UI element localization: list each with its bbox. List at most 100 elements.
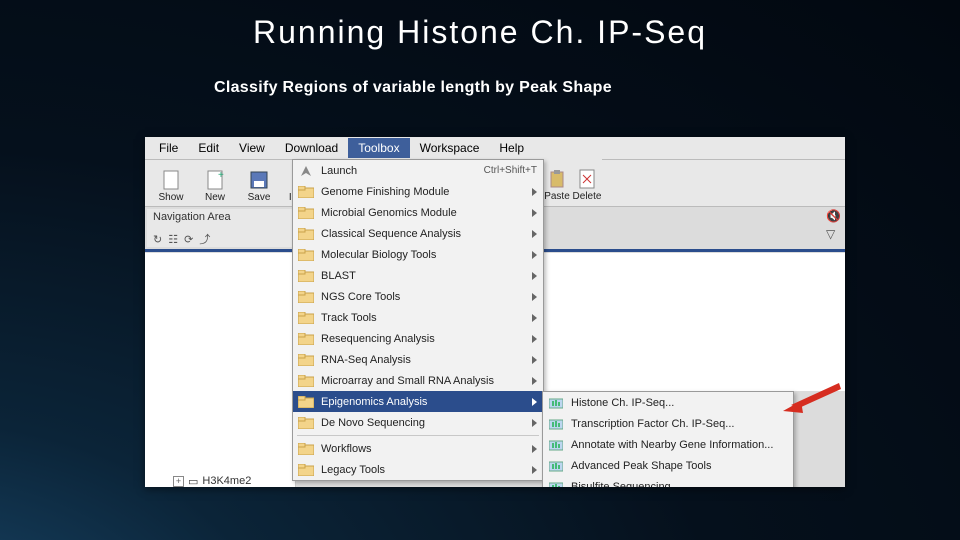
menu-item-label: De Novo Sequencing	[321, 417, 528, 429]
menu-item-molecular-biology-tools[interactable]: Molecular Biology Tools	[293, 244, 543, 265]
submenu-item-transcription-factor-ch-ip-seq[interactable]: Transcription Factor Ch. IP-Seq...	[543, 413, 793, 434]
menu-item-launch[interactable]: Launch Ctrl+Shift+T	[293, 160, 543, 181]
folder-icon	[297, 184, 315, 200]
menu-item-label: Microarray and Small RNA Analysis	[321, 375, 528, 387]
submenu-item-annotate-with-nearby-gene-information[interactable]: Annotate with Nearby Gene Information...	[543, 434, 793, 455]
submenu-item-bisulfite-sequencing[interactable]: Bisulfite Sequencing	[543, 476, 793, 487]
tool-icon	[547, 479, 565, 488]
clipboard-icon	[547, 169, 567, 189]
folder-icon	[297, 247, 315, 263]
menu-item-ngs-core-tools[interactable]: NGS Core Tools	[293, 286, 543, 307]
chevron-right-icon	[532, 251, 537, 259]
toolbar-save[interactable]: Save	[237, 160, 281, 206]
toolbar-right: Paste Delete	[542, 159, 602, 205]
menu-item-microarray-and-small-rna-analysis[interactable]: Microarray and Small RNA Analysis	[293, 370, 543, 391]
menu-item-label: Track Tools	[321, 312, 528, 324]
menu-item-rna-seq-analysis[interactable]: RNA-Seq Analysis	[293, 349, 543, 370]
menu-item-classical-sequence-analysis[interactable]: Classical Sequence Analysis	[293, 223, 543, 244]
chevron-right-icon	[532, 398, 537, 406]
chevron-right-icon	[532, 188, 537, 196]
menu-bar: File Edit View Download Toolbox Workspac…	[145, 137, 845, 160]
menu-item-label: Genome Finishing Module	[321, 186, 528, 198]
menu-item-resequencing-analysis[interactable]: Resequencing Analysis	[293, 328, 543, 349]
toolbar-paste[interactable]: Paste	[542, 159, 572, 205]
folder-icon	[297, 331, 315, 347]
menu-item-label: Epigenomics Analysis	[321, 396, 528, 408]
nav-icon[interactable]: ☷	[168, 233, 178, 246]
menu-item-workflows[interactable]: Workflows	[293, 438, 543, 459]
svg-text:+: +	[218, 170, 224, 181]
menu-item-label: BLAST	[321, 270, 528, 282]
chevron-right-icon	[532, 335, 537, 343]
menu-item-microbial-genomics-module[interactable]: Microbial Genomics Module	[293, 202, 543, 223]
menu-file[interactable]: File	[149, 138, 188, 158]
submenu-item-histone-ch-ip-seq[interactable]: Histone Ch. IP-Seq...	[543, 392, 793, 413]
submenu-item-label: Advanced Peak Shape Tools	[571, 460, 711, 472]
folder-icon	[297, 462, 315, 478]
epigenomics-submenu: Histone Ch. IP-Seq... Transcription Facto…	[542, 391, 794, 487]
menu-download[interactable]: Download	[275, 138, 348, 158]
funnel-icon[interactable]: ▽	[826, 227, 841, 241]
expand-icon[interactable]: +	[173, 476, 184, 487]
menu-help[interactable]: Help	[489, 138, 534, 158]
floppy-icon	[249, 170, 269, 190]
menu-item-legacy-tools[interactable]: Legacy Tools	[293, 459, 543, 480]
menu-item-de-novo-sequencing[interactable]: De Novo Sequencing	[293, 412, 543, 433]
menu-item-genome-finishing-module[interactable]: Genome Finishing Module	[293, 181, 543, 202]
menu-item-blast[interactable]: BLAST	[293, 265, 543, 286]
submenu-item-label: Transcription Factor Ch. IP-Seq...	[571, 418, 734, 430]
submenu-item-advanced-peak-shape-tools[interactable]: Advanced Peak Shape Tools	[543, 455, 793, 476]
nav-icon[interactable]: ↻	[153, 233, 162, 246]
menu-item-epigenomics-analysis[interactable]: Epigenomics Analysis	[293, 391, 543, 412]
speaker-icon[interactable]: 🔇	[826, 209, 841, 223]
right-filter-icons: 🔇 ▽	[826, 209, 841, 241]
delete-icon	[577, 169, 597, 189]
divider	[542, 249, 845, 252]
chevron-right-icon	[532, 377, 537, 385]
menu-item-label: Microbial Genomics Module	[321, 207, 528, 219]
menu-item-track-tools[interactable]: Track Tools	[293, 307, 543, 328]
folder-icon	[297, 441, 315, 457]
chevron-right-icon	[532, 314, 537, 322]
toolbar-show[interactable]: Show	[149, 160, 193, 206]
toolbar-new[interactable]: +New	[193, 160, 237, 206]
folder-icon	[297, 289, 315, 305]
app-screenshot: File Edit View Download Toolbox Workspac…	[145, 137, 845, 487]
page-icon	[161, 170, 181, 190]
menu-toolbox[interactable]: Toolbox	[348, 138, 409, 158]
divider	[145, 249, 295, 252]
menu-item-label: Molecular Biology Tools	[321, 249, 528, 261]
menu-item-label: Launch	[321, 165, 476, 177]
menu-item-label: Workflows	[321, 443, 528, 455]
chevron-right-icon	[532, 419, 537, 427]
tool-icon	[547, 458, 565, 474]
chevron-right-icon	[532, 445, 537, 453]
toolbar-delete[interactable]: Delete	[572, 159, 602, 205]
menu-edit[interactable]: Edit	[188, 138, 229, 158]
tree-item-label: H3K4me2	[202, 475, 251, 487]
submenu-item-label: Annotate with Nearby Gene Information...	[571, 439, 773, 451]
navigation-tree[interactable]: + ▭ H3K4me2	[145, 253, 296, 487]
menu-item-label: NGS Core Tools	[321, 291, 528, 303]
tool-icon	[547, 395, 565, 411]
folder-icon	[297, 310, 315, 326]
tree-row[interactable]: + ▭ H3K4me2	[145, 473, 295, 487]
navigation-icons: ↻ ☷ ⟳ ⤴	[147, 231, 298, 247]
menu-separator	[297, 435, 539, 436]
main-panel	[542, 253, 845, 391]
chevron-right-icon	[532, 272, 537, 280]
tool-icon	[547, 416, 565, 432]
shortcut-label: Ctrl+Shift+T	[484, 165, 537, 176]
nav-icon[interactable]: ⟳	[184, 233, 193, 246]
menu-view[interactable]: View	[229, 138, 275, 158]
tool-icon	[547, 437, 565, 453]
menu-item-label: Resequencing Analysis	[321, 333, 528, 345]
slide-title: Running Histone Ch. IP-Seq	[0, 14, 960, 51]
menu-item-label: Legacy Tools	[321, 464, 528, 476]
chevron-right-icon	[532, 230, 537, 238]
navigation-area-label: Navigation Area	[147, 209, 292, 232]
menu-workspace[interactable]: Workspace	[410, 138, 490, 158]
folder-icon: ▭	[188, 475, 198, 488]
nav-icon[interactable]: ⤴	[199, 231, 210, 247]
chevron-right-icon	[532, 209, 537, 217]
